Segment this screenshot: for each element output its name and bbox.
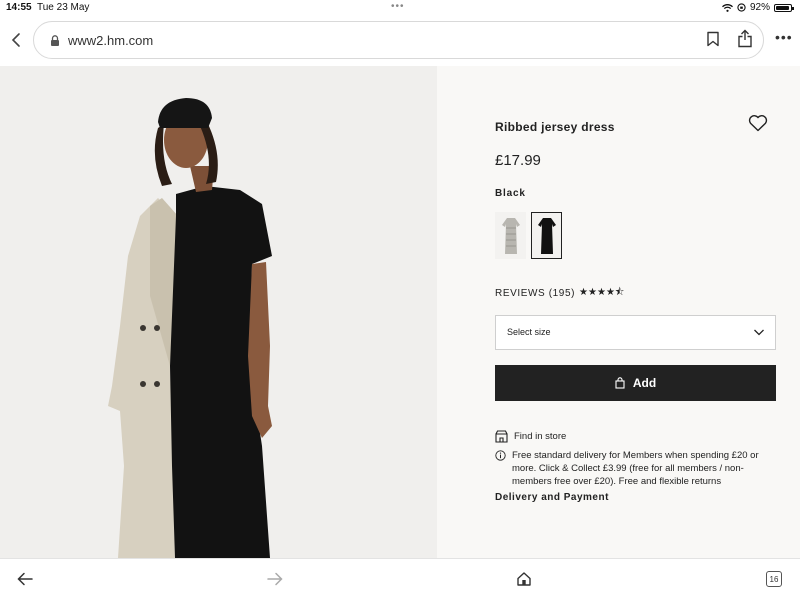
status-right: 92% — [722, 2, 794, 13]
url-text: www2.hm.com — [68, 33, 154, 48]
product-details: Ribbed jersey dress £17.99 Black REVIEWS… — [437, 66, 800, 558]
orientation-lock-icon — [737, 3, 746, 12]
rating-stars: ★★★★⯪ — [579, 287, 625, 298]
size-dropdown[interactable]: Select size — [495, 315, 776, 350]
shopping-bag-icon — [615, 377, 625, 389]
product-color: Black — [495, 188, 526, 199]
delivery-text: Free standard delivery for Members when … — [512, 450, 759, 487]
multitasking-dots-icon[interactable]: ••• — [391, 1, 405, 12]
grey-dress-thumbnail — [501, 217, 520, 254]
battery-percent: 92% — [749, 2, 770, 13]
page-content: Ribbed jersey dress £17.99 Black REVIEWS… — [0, 66, 800, 558]
model-photo — [0, 66, 437, 558]
status-date: Tue 23 May — [37, 2, 90, 13]
bookmark-icon[interactable] — [706, 31, 720, 47]
reviews-link[interactable]: REVIEWS (195) ★★★★⯪ — [495, 285, 624, 302]
status-bar: 14:55 Tue 23 May ••• 92% — [0, 0, 800, 16]
swatch-grey-dress[interactable] — [495, 212, 526, 259]
address-bar[interactable]: www2.hm.com — [33, 21, 764, 59]
delivery-info: Free standard delivery for Members when … — [495, 449, 785, 488]
product-image[interactable] — [0, 66, 437, 558]
battery-icon — [774, 3, 794, 12]
black-dress-thumbnail — [537, 217, 556, 254]
find-in-store-label: Find in store — [514, 431, 567, 442]
add-button-label: Add — [632, 376, 657, 390]
size-placeholder: Select size — [507, 327, 551, 337]
heart-icon[interactable] — [748, 114, 768, 132]
product-price: £17.99 — [495, 152, 541, 169]
share-icon[interactable] — [737, 29, 753, 48]
wifi-icon — [722, 3, 733, 12]
browser-toolbar: 16 — [0, 558, 800, 600]
info-icon — [495, 450, 506, 461]
forward-arrow-icon[interactable] — [267, 572, 283, 586]
home-icon[interactable] — [516, 571, 532, 587]
lock-icon — [51, 35, 59, 46]
status-time: 14:55 — [6, 2, 32, 13]
more-options-icon[interactable]: ••• — [775, 30, 793, 44]
tabs-button[interactable]: 16 — [766, 571, 782, 587]
add-to-bag-button[interactable]: Add — [495, 365, 776, 401]
browser-back-icon[interactable] — [8, 30, 24, 50]
store-icon — [495, 430, 508, 443]
chevron-down-icon — [754, 329, 764, 336]
reviews-label: REVIEWS (195) — [495, 288, 576, 299]
browser-bar: www2.hm.com ••• — [0, 16, 800, 66]
swatch-black-dress[interactable] — [531, 212, 562, 259]
back-arrow-icon[interactable] — [17, 572, 33, 586]
find-in-store-link[interactable]: Find in store — [495, 430, 566, 443]
battery-fill — [776, 5, 789, 10]
delivery-payment-heading[interactable]: Delivery and Payment — [495, 492, 609, 503]
product-title: Ribbed jersey dress — [495, 120, 615, 134]
